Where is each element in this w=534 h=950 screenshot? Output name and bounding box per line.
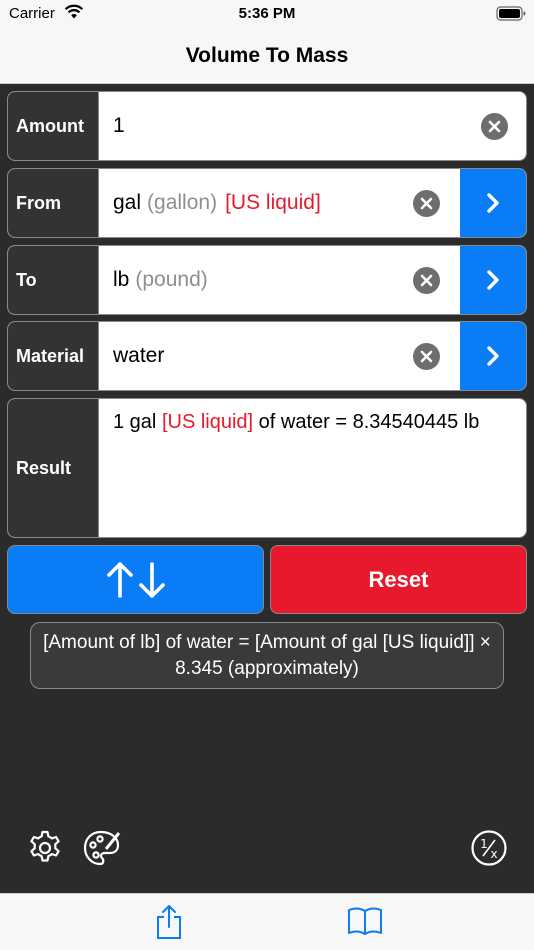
page-title: Volume To Mass [185,44,349,67]
from-unit: gal [113,191,142,214]
clear-icon [420,350,433,363]
result-prefix: 1 gal [113,411,162,433]
result-text: 1 gal [US liquid] of water = 8.34540445 … [113,409,512,435]
material-select-button[interactable] [460,322,526,390]
from-select-button[interactable] [460,169,526,237]
clear-icon [420,274,433,287]
material-row: Material water [7,321,527,391]
to-unit-name: (pound) [135,268,208,291]
result-panel: Result 1 gal [US liquid] of water = 8.34… [7,398,527,538]
from-unit-qualifier: [US liquid] [225,191,321,214]
from-row: From gal (gallon) [US liquid] [7,168,527,238]
formula-note: [Amount of lb] of water = [Amount of gal… [30,622,504,689]
from-unit-name: (gallon) [147,191,218,214]
to-row: To lb (pound) [7,245,527,315]
theme-button[interactable] [82,829,121,867]
to-unit-field[interactable]: lb (pound) [113,246,208,314]
svg-text:1: 1 [480,837,488,851]
status-bar: Carrier 5:36 PM [0,0,534,32]
amount-row: Amount 1 [7,91,527,161]
result-suffix: of water = 8.34540445 lb [253,411,480,433]
swap-arrows-icon [106,561,165,598]
from-label: From [8,169,99,237]
from-clear-button[interactable] [413,190,440,217]
swap-units-button[interactable] [7,545,264,614]
battery-icon [496,6,526,27]
chevron-right-icon [487,346,499,366]
reciprocal-button[interactable]: 1 x [470,829,508,867]
status-time: 5:36 PM [238,5,296,22]
clear-icon [488,120,501,133]
palette-icon [83,830,121,866]
chevron-right-icon [487,270,499,290]
navigation-bar: Volume To Mass [0,32,534,84]
book-icon [348,907,382,935]
result-label: Result [8,399,99,537]
share-button[interactable] [155,903,183,946]
material-label: Material [8,322,99,390]
clear-icon [420,197,433,210]
amount-value: 1 [113,114,125,137]
bottom-toolbar [0,893,534,950]
chevron-right-icon [487,193,499,213]
reset-button[interactable]: Reset [270,545,527,614]
to-unit: lb [113,268,130,291]
to-label: To [8,246,99,314]
svg-text:x: x [490,847,497,861]
gear-icon [30,830,60,862]
share-icon [157,905,181,939]
result-qualifier: [US liquid] [161,411,254,433]
reciprocal-icon: 1 x [471,830,507,866]
to-select-button[interactable] [460,246,526,314]
amount-input[interactable]: 1 [113,92,125,160]
library-button[interactable] [347,906,383,941]
to-clear-button[interactable] [413,267,440,294]
amount-label: Amount [8,92,99,160]
from-unit-field[interactable]: gal (gallon) [US liquid] [113,169,321,237]
material-clear-button[interactable] [413,343,440,370]
material-value: water [113,344,165,367]
amount-clear-button[interactable] [481,113,508,140]
material-field[interactable]: water [113,322,164,390]
settings-button[interactable] [26,829,64,867]
